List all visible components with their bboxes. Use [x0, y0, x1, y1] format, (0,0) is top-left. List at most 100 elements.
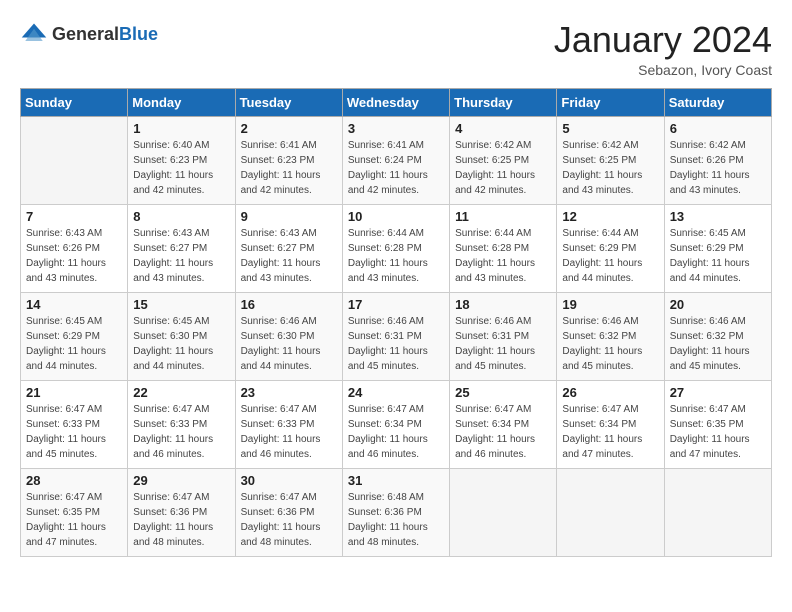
sunset-text: Sunset: 6:30 PM	[241, 331, 315, 342]
table-row: 3Sunrise: 6:41 AMSunset: 6:24 PMDaylight…	[342, 116, 449, 204]
sunrise-text: Sunrise: 6:47 AM	[133, 404, 209, 415]
table-row: 5 Sunrise: 6:42 AMSunset: 6:25 PMDaylight…	[557, 116, 664, 204]
table-row: 20Sunrise: 6:46 AMSunset: 6:32 PMDayligh…	[664, 292, 771, 380]
day-number: 6	[670, 121, 766, 136]
sunrise-text: Sunrise: 6:47 AM	[133, 492, 209, 503]
day-number: 16	[241, 297, 337, 312]
table-row: 27Sunrise: 6:47 AMSunset: 6:35 PMDayligh…	[664, 380, 771, 468]
header-friday: Friday	[557, 88, 664, 116]
day-info: Sunrise: 6:47 AMSunset: 6:34 PMDaylight:…	[455, 402, 551, 462]
day-number: 22	[133, 385, 229, 400]
day-info: Sunrise: 6:45 AMSunset: 6:29 PMDaylight:…	[670, 226, 766, 286]
day-number: 25	[455, 385, 551, 400]
table-row: 29Sunrise: 6:47 AMSunset: 6:36 PMDayligh…	[128, 468, 235, 556]
day-number: 31	[348, 473, 444, 488]
table-row: 13 Sunrise: 6:45 AMSunset: 6:29 PMDayligh…	[664, 204, 771, 292]
day-number: 28	[26, 473, 122, 488]
sunrise-text: Sunrise: 6:44 AM	[348, 228, 424, 239]
page-header: GeneralBlue January 2024 Sebazon, Ivory …	[20, 20, 772, 78]
sunset-text: Sunset: 6:26 PM	[26, 243, 100, 254]
sunrise-text: Sunrise: 6:42 AM	[670, 140, 746, 151]
calendar-table: Sunday Monday Tuesday Wednesday Thursday…	[20, 88, 772, 557]
month-title: January 2024	[554, 20, 772, 60]
day-info: Sunrise: 6:40 AMSunset: 6:23 PMDaylight:…	[133, 138, 229, 198]
sunrise-text: Sunrise: 6:41 AM	[241, 140, 317, 151]
sunrise-text: Sunrise: 6:47 AM	[670, 404, 746, 415]
sunset-text: Sunset: 6:34 PM	[562, 419, 636, 430]
day-number: 17	[348, 297, 444, 312]
day-info: Sunrise: 6:42 AMSunset: 6:26 PMDaylight:…	[670, 138, 766, 198]
table-row: 25 Sunrise: 6:47 AMSunset: 6:34 PMDayligh…	[450, 380, 557, 468]
daylight-text: Daylight: 11 hours and 45 minutes.	[670, 346, 750, 372]
table-row: 22 Sunrise: 6:47 AMSunset: 6:33 PMDayligh…	[128, 380, 235, 468]
daylight-text: Daylight: 11 hours and 42 minutes.	[348, 170, 428, 196]
day-info: Sunrise: 6:46 AMSunset: 6:32 PMDaylight:…	[670, 314, 766, 374]
table-row: 4Sunrise: 6:42 AMSunset: 6:25 PMDaylight…	[450, 116, 557, 204]
day-number: 21	[26, 385, 122, 400]
sunset-text: Sunset: 6:28 PM	[348, 243, 422, 254]
sunset-text: Sunset: 6:33 PM	[26, 419, 100, 430]
calendar-week-row: 1Sunrise: 6:40 AMSunset: 6:23 PMDaylight…	[21, 116, 772, 204]
day-number: 15	[133, 297, 229, 312]
daylight-text: Daylight: 11 hours and 44 minutes.	[670, 258, 750, 284]
logo-blue-text: Blue	[119, 24, 158, 44]
daylight-text: Daylight: 11 hours and 43 minutes.	[133, 258, 213, 284]
sunset-text: Sunset: 6:31 PM	[455, 331, 529, 342]
daylight-text: Daylight: 11 hours and 44 minutes.	[562, 258, 642, 284]
daylight-text: Daylight: 11 hours and 47 minutes.	[26, 522, 106, 548]
daylight-text: Daylight: 11 hours and 43 minutes.	[455, 258, 535, 284]
title-block: January 2024 Sebazon, Ivory Coast	[554, 20, 772, 78]
table-row: 23Sunrise: 6:47 AMSunset: 6:33 PMDayligh…	[235, 380, 342, 468]
table-row: 6 Sunrise: 6:42 AMSunset: 6:26 PMDaylight…	[664, 116, 771, 204]
day-info: Sunrise: 6:42 AMSunset: 6:25 PMDaylight:…	[562, 138, 658, 198]
table-row: 26 Sunrise: 6:47 AMSunset: 6:34 PMDayligh…	[557, 380, 664, 468]
day-number: 5	[562, 121, 658, 136]
table-row: 10Sunrise: 6:44 AMSunset: 6:28 PMDayligh…	[342, 204, 449, 292]
day-number: 3	[348, 121, 444, 136]
header-wednesday: Wednesday	[342, 88, 449, 116]
daylight-text: Daylight: 11 hours and 44 minutes.	[241, 346, 321, 372]
table-row: 14Sunrise: 6:45 AMSunset: 6:29 PMDayligh…	[21, 292, 128, 380]
table-row: 21 Sunrise: 6:47 AM Sunset: 6:33 PM Dayligh…	[21, 380, 128, 468]
day-info: Sunrise: 6:47 AMSunset: 6:34 PMDaylight:…	[562, 402, 658, 462]
daylight-text: Daylight: 11 hours and 45 minutes.	[455, 346, 535, 372]
sunrise-text: Sunrise: 6:47 AM	[26, 404, 102, 415]
sunrise-text: Sunrise: 6:46 AM	[241, 316, 317, 327]
daylight-text: Daylight: 11 hours and 45 minutes.	[26, 434, 106, 460]
location-subtitle: Sebazon, Ivory Coast	[554, 62, 772, 78]
calendar-header-row: Sunday Monday Tuesday Wednesday Thursday…	[21, 88, 772, 116]
table-row: 8Sunrise: 6:43 AMSunset: 6:27 PMDaylight…	[128, 204, 235, 292]
calendar-week-row: 28Sunrise: 6:47 AMSunset: 6:35 PMDayligh…	[21, 468, 772, 556]
day-number: 13	[670, 209, 766, 224]
sunrise-text: Sunrise: 6:46 AM	[455, 316, 531, 327]
day-number: 10	[348, 209, 444, 224]
table-row: 9Sunrise: 6:43 AMSunset: 6:27 PMDaylight…	[235, 204, 342, 292]
table-row: 17Sunrise: 6:46 AMSunset: 6:31 PMDayligh…	[342, 292, 449, 380]
calendar-week-row: 7Sunrise: 6:43 AMSunset: 6:26 PMDaylight…	[21, 204, 772, 292]
sunrise-text: Sunrise: 6:47 AM	[348, 404, 424, 415]
day-info: Sunrise: 6:45 AMSunset: 6:30 PMDaylight:…	[133, 314, 229, 374]
header-tuesday: Tuesday	[235, 88, 342, 116]
sunset-text: Sunset: 6:25 PM	[455, 155, 529, 166]
sunrise-text: Sunrise: 6:43 AM	[133, 228, 209, 239]
logo: GeneralBlue	[20, 20, 158, 48]
day-info: Sunrise: 6:43 AMSunset: 6:27 PMDaylight:…	[241, 226, 337, 286]
day-info: Sunrise: 6:47 AMSunset: 6:33 PMDaylight:…	[241, 402, 337, 462]
day-info: Sunrise: 6:47 AMSunset: 6:36 PMDaylight:…	[133, 490, 229, 550]
header-saturday: Saturday	[664, 88, 771, 116]
daylight-text: Daylight: 11 hours and 46 minutes.	[133, 434, 213, 460]
day-info: Sunrise: 6:47 AMSunset: 6:33 PMDaylight:…	[133, 402, 229, 462]
day-number: 30	[241, 473, 337, 488]
header-sunday: Sunday	[21, 88, 128, 116]
sunrise-text: Sunrise: 6:44 AM	[455, 228, 531, 239]
daylight-text: Daylight: 11 hours and 44 minutes.	[26, 346, 106, 372]
sunrise-text: Sunrise: 6:48 AM	[348, 492, 424, 503]
sunset-text: Sunset: 6:27 PM	[241, 243, 315, 254]
sunrise-text: Sunrise: 6:45 AM	[26, 316, 102, 327]
table-row: 18Sunrise: 6:46 AMSunset: 6:31 PMDayligh…	[450, 292, 557, 380]
daylight-text: Daylight: 11 hours and 45 minutes.	[348, 346, 428, 372]
day-number: 26	[562, 385, 658, 400]
sunrise-text: Sunrise: 6:45 AM	[133, 316, 209, 327]
day-info: Sunrise: 6:48 AMSunset: 6:36 PMDaylight:…	[348, 490, 444, 550]
calendar-week-row: 21Sunrise: 6:47 AMSunset: 6:33 PMDayligh…	[21, 380, 772, 468]
